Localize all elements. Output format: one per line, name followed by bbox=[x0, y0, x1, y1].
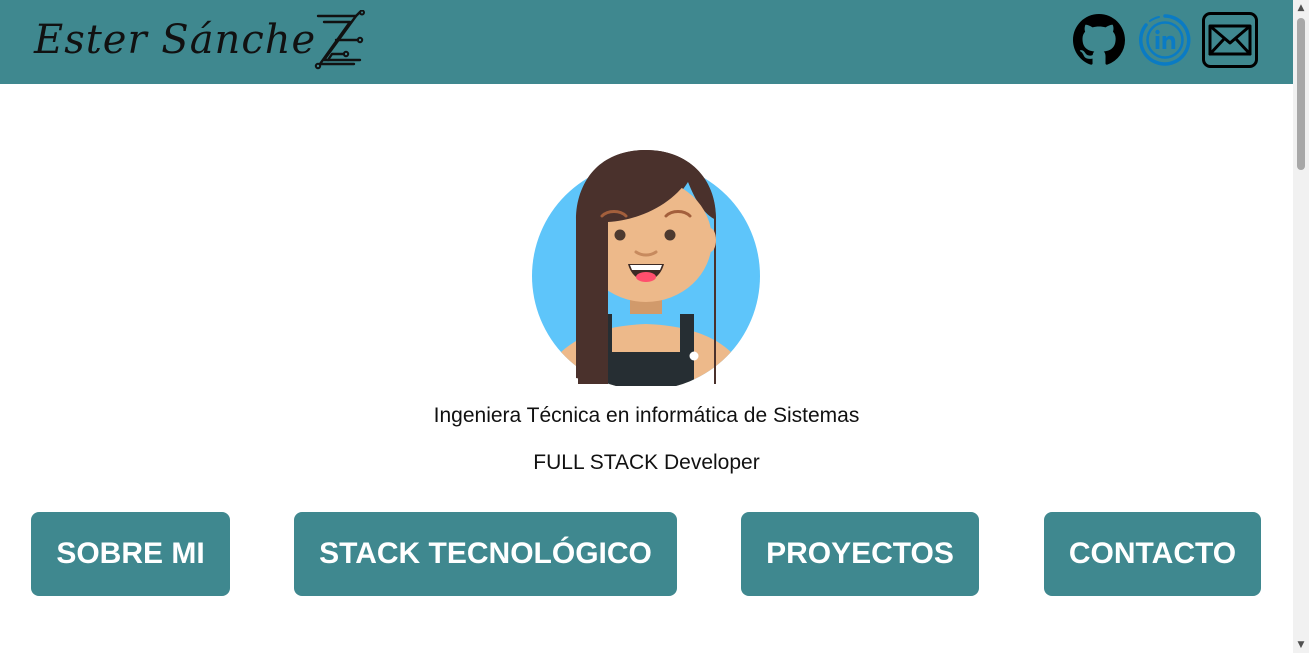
avatar-illustration bbox=[532, 150, 760, 386]
about-me-button[interactable]: SOBRE MI bbox=[31, 512, 230, 596]
scrollbar-thumb[interactable] bbox=[1297, 18, 1305, 170]
projects-button[interactable]: PROYECTOS bbox=[741, 512, 979, 596]
linkedin-link[interactable] bbox=[1137, 12, 1193, 68]
linkedin-icon bbox=[1138, 14, 1191, 66]
profile-title: FULL STACK Developer bbox=[533, 451, 760, 474]
profile-role: Ingeniera Técnica en informática de Sist… bbox=[433, 404, 860, 427]
circuit-z-icon bbox=[314, 10, 366, 70]
brand-name: Ester Sánche bbox=[34, 17, 317, 63]
brand-logo[interactable]: Ester Sánche bbox=[34, 10, 368, 70]
email-link[interactable] bbox=[1202, 12, 1258, 68]
github-icon bbox=[1073, 14, 1125, 65]
mail-icon bbox=[1202, 12, 1258, 68]
scroll-down-arrow-icon[interactable]: ▼ bbox=[1293, 637, 1309, 653]
scroll-up-arrow-icon[interactable]: ▲ bbox=[1293, 0, 1309, 16]
github-link[interactable] bbox=[1071, 12, 1127, 68]
top-header: Ester Sánche bbox=[0, 0, 1293, 84]
contact-button[interactable]: CONTACTO bbox=[1044, 512, 1261, 596]
tech-stack-button[interactable]: STACK TECNOLÓGICO bbox=[294, 512, 677, 596]
vertical-scrollbar[interactable]: ▲ ▼ bbox=[1293, 0, 1309, 653]
